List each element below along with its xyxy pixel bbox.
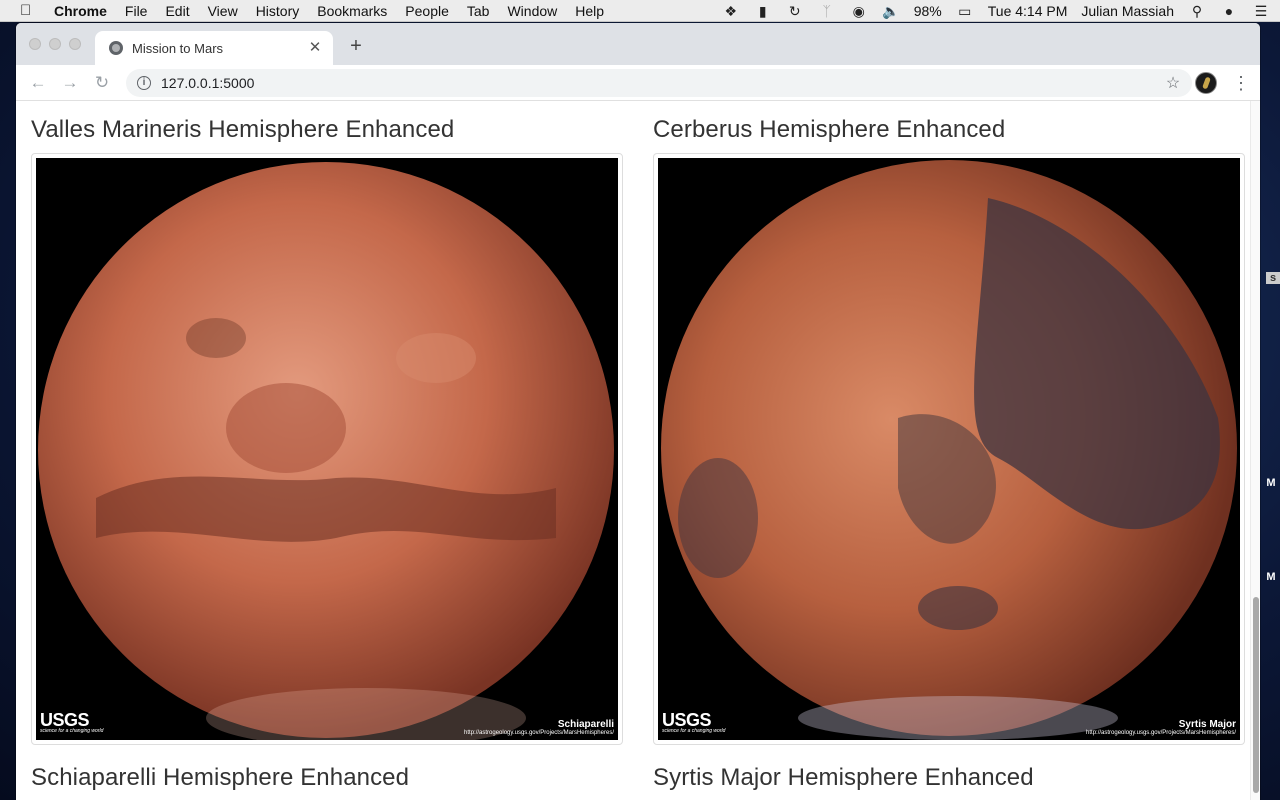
menu-edit[interactable]: Edit [165, 3, 189, 19]
url-text[interactable]: 127.0.0.1:5000 [161, 75, 1164, 91]
forward-arrow-icon[interactable]: → [59, 72, 81, 94]
hemisphere-thumbnail[interactable]: USGS science for a changing world Schiapa… [31, 153, 623, 745]
usgs-logo: USGS science for a changing world [662, 710, 726, 734]
globe-icon [109, 41, 123, 55]
macos-menu-bar:  Chrome File Edit View History Bookmark… [0, 0, 1280, 22]
site-info-icon[interactable]: i [137, 76, 151, 90]
page-scrollbar[interactable] [1250, 101, 1260, 800]
usgs-logo-text: USGS [662, 710, 712, 730]
hemisphere-title: Schiaparelli Hemisphere Enhanced [31, 764, 410, 791]
menu-clock[interactable]: Tue 4:14 PM [988, 3, 1068, 19]
close-tab-icon[interactable]: ✕ [307, 40, 323, 56]
address-bar[interactable]: i 127.0.0.1:5000 ☆ [126, 69, 1192, 97]
usgs-tagline: science for a changing world [40, 728, 104, 734]
spotlight-search-icon[interactable]: ⚲ [1188, 3, 1206, 19]
mars-hemisphere-image: USGS science for a changing world Syrtis … [658, 158, 1240, 740]
window-controls [29, 38, 81, 50]
usgs-logo-text: USGS [40, 710, 90, 730]
chrome-menu-icon[interactable]: ⋮ [1232, 72, 1250, 94]
menu-extras: ❖ ▮ ↻ ᛉ ◉ 🔈 98% ▭ Tue 4:14 PM Julian Mas… [722, 0, 1270, 22]
menu-history[interactable]: History [256, 3, 300, 19]
desktop-edge-label: M [1266, 571, 1276, 583]
scrollbar-thumb[interactable] [1253, 597, 1259, 793]
reload-icon[interactable]: ↻ [91, 72, 113, 94]
menu-bookmarks[interactable]: Bookmarks [317, 3, 387, 19]
desktop-edge-label: s [1266, 272, 1280, 284]
image-url-text: http://astrogeology.usgs.gov/Projects/Ma… [464, 730, 614, 736]
menu-app-name[interactable]: Chrome [54, 3, 107, 19]
battery-percent[interactable]: 98% [914, 3, 942, 19]
image-credit: Schiaparelli http://astrogeology.usgs.go… [464, 719, 614, 736]
close-window-button[interactable] [29, 38, 41, 50]
notification-center-icon[interactable]: ☰ [1252, 3, 1270, 19]
bluetooth-icon[interactable]: ᛉ [818, 3, 836, 19]
new-tab-button[interactable]: + [345, 35, 367, 57]
time-machine-icon[interactable]: ↻ [786, 3, 804, 19]
image-url-text: http://astrogeology.usgs.gov/Projects/Ma… [1086, 730, 1236, 736]
desktop-edge-label: M [1266, 477, 1276, 489]
page-content: Valles Marineris Hemisphere Enhanced USG… [16, 101, 1260, 800]
image-label: Schiaparelli [557, 719, 614, 730]
hemisphere-title: Syrtis Major Hemisphere Enhanced [653, 764, 1034, 791]
usgs-tagline: science for a changing world [662, 728, 726, 734]
mars-globe-graphic [661, 160, 1237, 740]
menu-view[interactable]: View [208, 3, 238, 19]
hemisphere-title: Valles Marineris Hemisphere Enhanced [31, 116, 455, 143]
volume-icon[interactable]: 🔈 [882, 3, 900, 19]
wifi-icon[interactable]: ◉ [850, 3, 868, 19]
image-label: Syrtis Major [1178, 719, 1236, 730]
image-credit: Syrtis Major http://astrogeology.usgs.go… [1086, 719, 1236, 736]
hemisphere-title: Cerberus Hemisphere Enhanced [653, 116, 1006, 143]
usgs-logo: USGS science for a changing world [40, 710, 104, 734]
menu-file[interactable]: File [125, 3, 148, 19]
siri-icon[interactable]: ● [1220, 3, 1238, 19]
bookmark-star-icon[interactable]: ☆ [1164, 73, 1182, 93]
dropbox-icon[interactable]: ❖ [722, 3, 740, 19]
menu-people[interactable]: People [405, 3, 449, 19]
tab-strip: Mission to Mars ✕ + [16, 23, 1260, 65]
zoom-window-button[interactable] [69, 38, 81, 50]
browser-toolbar: ← → ↻ i 127.0.0.1:5000 ☆ ⋮ [16, 65, 1260, 101]
hemisphere-thumbnail[interactable]: USGS science for a changing world Syrtis … [653, 153, 1245, 745]
profile-avatar[interactable] [1195, 72, 1217, 94]
minimize-window-button[interactable] [49, 38, 61, 50]
tab-mission-to-mars[interactable]: Mission to Mars ✕ [95, 31, 333, 65]
browser-window: Mission to Mars ✕ + ← → ↻ i 127.0.0.1:50… [16, 23, 1260, 800]
back-arrow-icon[interactable]: ← [27, 72, 49, 94]
menu-user[interactable]: Julian Massiah [1081, 3, 1174, 19]
mars-hemisphere-image: USGS science for a changing world Schiapa… [36, 158, 618, 740]
menu-tab[interactable]: Tab [467, 3, 490, 19]
mars-globe-graphic [38, 162, 614, 740]
tab-title: Mission to Mars [132, 40, 224, 56]
apple-menu-icon[interactable]:  [20, 2, 38, 19]
menu-window[interactable]: Window [507, 3, 557, 19]
drive-icon[interactable]: ▮ [754, 3, 772, 19]
menu-help[interactable]: Help [575, 3, 604, 19]
battery-icon[interactable]: ▭ [956, 3, 974, 19]
